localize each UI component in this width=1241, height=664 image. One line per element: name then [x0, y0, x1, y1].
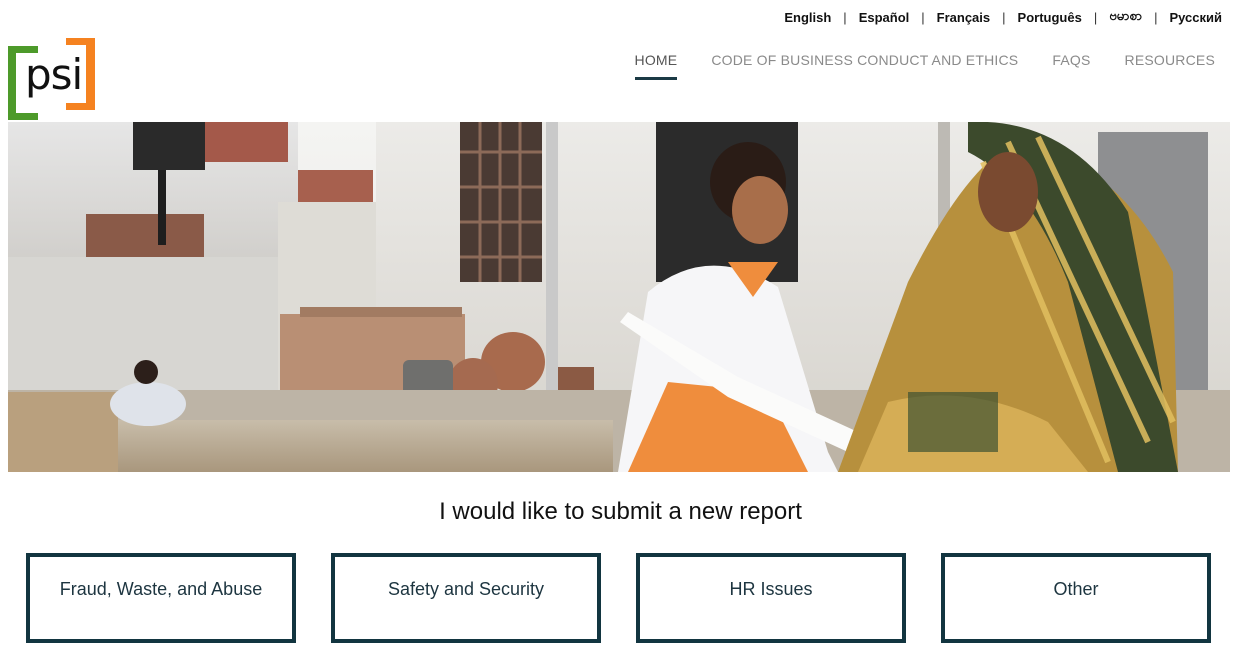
lang-english[interactable]: English [784, 10, 831, 25]
report-option-other[interactable]: Other [941, 553, 1211, 643]
report-option-fraud[interactable]: Fraud, Waste, and Abuse [26, 553, 296, 643]
lang-separator: | [1154, 10, 1158, 25]
logo-orange-bracket-bottom [66, 103, 95, 110]
report-options: Fraud, Waste, and Abuse Safety and Secur… [26, 553, 1211, 643]
logo-orange-bracket-top [66, 38, 95, 45]
lang-russian[interactable]: Русский [1169, 10, 1222, 25]
lang-portugues[interactable]: Português [1018, 10, 1082, 25]
nav-home[interactable]: HOME [634, 52, 678, 80]
lang-espanol[interactable]: Español [859, 10, 910, 25]
lang-separator: | [843, 10, 847, 25]
nav-code-of-conduct[interactable]: CODE OF BUSINESS CONDUCT AND ETHICS [711, 52, 1018, 80]
language-bar: English | Español | Français | Português… [784, 8, 1222, 27]
hero-image [8, 122, 1230, 472]
logo-text: psi [25, 50, 83, 99]
nav-faqs[interactable]: FAQS [1052, 52, 1090, 80]
lang-burmese[interactable]: ဗမာစာ [1109, 8, 1142, 27]
logo-green-bracket-bottom [8, 113, 38, 120]
lang-separator: | [1002, 10, 1006, 25]
lang-francais[interactable]: Français [937, 10, 990, 25]
nav-resources[interactable]: RESOURCES [1125, 52, 1215, 80]
report-option-safety[interactable]: Safety and Security [331, 553, 601, 643]
psi-logo[interactable]: psi [8, 38, 96, 120]
hero-photo [8, 122, 1230, 472]
main-nav: HOME CODE OF BUSINESS CONDUCT AND ETHICS… [634, 52, 1215, 80]
lang-separator: | [1093, 10, 1098, 25]
logo-orange-bracket [86, 38, 95, 110]
report-option-hr[interactable]: HR Issues [636, 553, 906, 643]
lang-separator: | [921, 10, 925, 25]
logo-green-bracket [8, 46, 16, 120]
report-heading: I would like to submit a new report [439, 498, 802, 525]
